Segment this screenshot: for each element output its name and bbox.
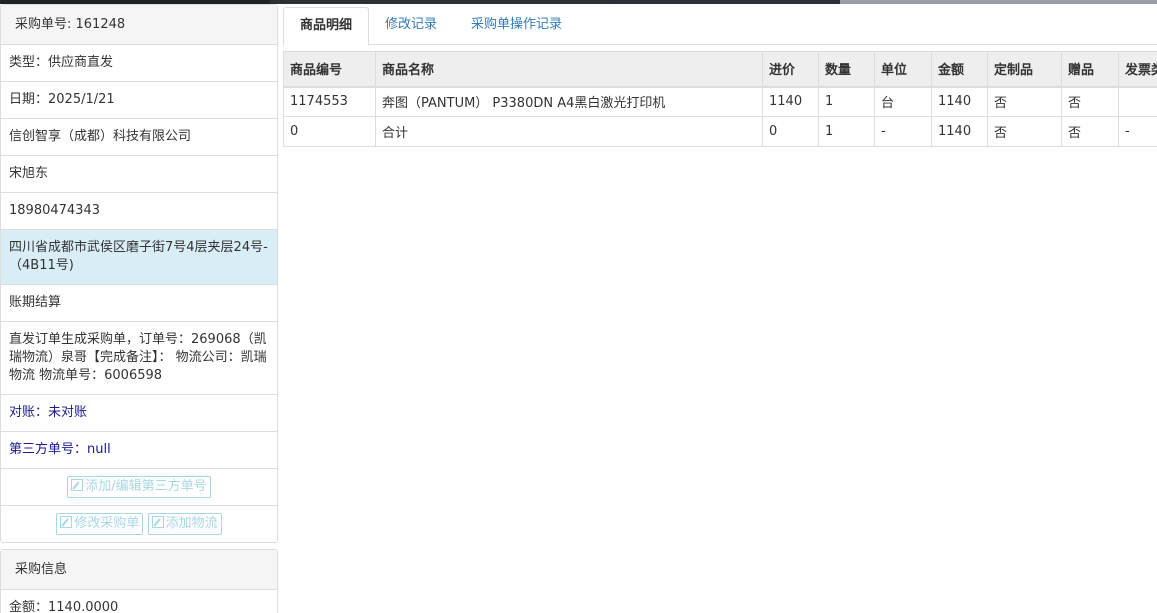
order-type: 类型：供应商直发 — [1, 45, 277, 82]
table-cell: 否 — [1061, 116, 1119, 147]
modify-order-button[interactable]: 修改采购单 — [56, 513, 144, 535]
reconcile-status: 对账：未对账 — [1, 395, 277, 432]
column-header: 商品编号 — [283, 51, 376, 88]
table-cell: 1140 — [931, 86, 988, 117]
edit-icon — [60, 516, 73, 528]
column-header: 赠品 — [1061, 51, 1119, 88]
table-cell: 否 — [987, 86, 1062, 117]
order-remark: 直发订单生成采购单，订单号：269068（凯瑞物流）泉哥【完成备注】： 物流公司… — [1, 322, 277, 395]
purchase-amount: 金额：1140.0000 — [9, 600, 119, 613]
table-row: 0 合计 0 1 - 1140 否 否 - — [283, 116, 1157, 147]
column-header: 商品名称 — [375, 51, 763, 88]
add-logistics-button[interactable]: 添加物流 — [147, 513, 222, 535]
table-cell: 奔图（PANTUM） P3380DN A4黑白激光打印机 — [375, 86, 763, 117]
table-cell: 1174553 — [283, 86, 376, 117]
edit-third-party-button[interactable]: 添加/编辑第三方单号 — [67, 476, 211, 498]
column-header: 发票类 — [1118, 51, 1157, 88]
shipping-address: 四川省成都市武侯区磨子街7号4层夹层24号-（4B11号) — [1, 230, 277, 285]
tab-operation-log[interactable]: 采购单操作记录 — [471, 7, 562, 45]
contact-phone: 18980474343 — [1, 193, 277, 230]
edit-icon — [151, 516, 164, 528]
order-number-heading: 采购单号: 161248 — [1, 5, 277, 45]
table-cell: 台 — [874, 86, 932, 117]
table-cell: 否 — [1061, 86, 1119, 117]
detail-tabs: 商品明细 修改记录 采购单操作记录 — [283, 4, 1157, 46]
third-party-number: 第三方单号：null — [1, 432, 277, 469]
order-date: 日期：2025/1/21 — [1, 82, 277, 119]
table-cell: - — [1118, 116, 1157, 147]
table-header-row: 商品编号 商品名称 进价 数量 单位 金额 定制品 赠品 发票类 — [283, 51, 1157, 88]
table-cell: 1140 — [931, 116, 988, 147]
third-party-action-row: 添加/编辑第三方单号 — [1, 469, 277, 506]
settlement-type: 账期结算 — [1, 285, 277, 322]
items-table: 商品编号 商品名称 进价 数量 单位 金额 定制品 赠品 发票类 1174553… — [283, 51, 1157, 147]
column-header: 进价 — [762, 51, 819, 88]
order-info-panel: 采购单号: 161248 类型：供应商直发 日期：2025/1/21 信创智享（… — [0, 4, 278, 543]
edit-icon — [71, 479, 84, 491]
order-items-area: 商品明细 修改记录 采购单操作记录 商品编号 商品名称 进价 数量 单位 金额 … — [283, 4, 1157, 147]
modify-order-label: 修改采购单 — [74, 516, 140, 531]
table-cell: - — [874, 116, 932, 147]
purchase-info-panel: 采购信息 金额：1140.0000 — [0, 549, 278, 613]
table-cell: 否 — [987, 116, 1062, 147]
table-cell: 1140 — [762, 86, 819, 117]
purchase-info-heading: 采购信息 — [1, 550, 277, 590]
order-action-row: 修改采购单 添加物流 — [1, 506, 277, 542]
table-cell: 1 — [818, 116, 875, 147]
tab-item-details[interactable]: 商品明细 — [283, 7, 370, 46]
column-header: 数量 — [818, 51, 875, 88]
column-header: 单位 — [874, 51, 932, 88]
contact-name: 宋旭东 — [1, 156, 277, 193]
add-logistics-label: 添加物流 — [165, 516, 218, 531]
table-cell: 0 — [762, 116, 819, 147]
edit-third-party-label: 添加/编辑第三方单号 — [85, 479, 207, 494]
table-cell: 1 — [818, 86, 875, 117]
table-cell: 合计 — [375, 116, 763, 147]
supplier-company: 信创智享（成都）科技有限公司 — [1, 119, 277, 156]
column-header: 定制品 — [987, 51, 1062, 88]
tab-modify-log[interactable]: 修改记录 — [385, 7, 437, 45]
order-detail-sidebar: 采购单号: 161248 类型：供应商直发 日期：2025/1/21 信创智享（… — [0, 4, 278, 613]
column-header: 金额 — [931, 51, 988, 88]
table-cell — [1118, 86, 1157, 117]
table-cell: 0 — [283, 116, 376, 147]
table-row: 1174553 奔图（PANTUM） P3380DN A4黑白激光打印机 114… — [283, 86, 1157, 117]
